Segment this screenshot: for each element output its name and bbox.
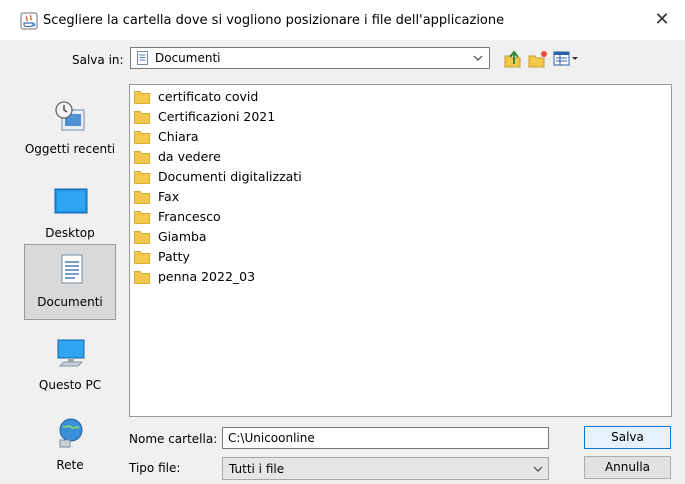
save-in-dropdown[interactable]: Documenti <box>130 47 490 69</box>
save-in-value: Documenti <box>155 51 221 65</box>
list-item[interactable]: certificato covid <box>134 87 374 107</box>
file-name: da vedere <box>158 149 221 164</box>
title-bar: Scegliere la cartella dove si vogliono p… <box>0 0 685 40</box>
folder-icon <box>134 171 150 184</box>
java-app-icon <box>20 12 38 30</box>
close-icon: ✕ <box>654 9 670 30</box>
desktop-icon <box>54 188 88 214</box>
recent-items-icon <box>55 101 85 131</box>
save-in-label: Salva in: <box>72 53 124 67</box>
folder-icon <box>134 131 150 144</box>
list-item[interactable]: Fax <box>134 187 374 207</box>
place-label: Questo PC <box>38 378 102 392</box>
file-name: certificato covid <box>158 89 259 104</box>
dialog-title: Scegliere la cartella dove si vogliono p… <box>43 13 505 28</box>
list-item[interactable]: penna 2022_03 <box>134 267 374 287</box>
folder-icon <box>134 191 150 204</box>
place-label: Rete <box>56 458 84 472</box>
folder-icon <box>134 251 150 264</box>
file-name: Chiara <box>158 129 199 144</box>
list-item[interactable]: da vedere <box>134 147 374 167</box>
place-recent-items[interactable]: Oggetti recenti <box>24 92 116 168</box>
list-item[interactable]: Giamba <box>134 227 374 247</box>
place-documents[interactable]: Documenti <box>24 244 116 320</box>
file-list[interactable]: certificato covid Certificazioni 2021 Ch… <box>129 84 672 417</box>
save-button[interactable]: Salva <box>584 426 671 449</box>
folder-icon <box>134 231 150 244</box>
cancel-button[interactable]: Annulla <box>584 456 671 479</box>
file-name: Patty <box>158 249 190 264</box>
file-type-dropdown[interactable]: Tutti i file <box>222 457 549 480</box>
chevron-down-icon[interactable] <box>532 461 544 477</box>
file-type-value: Tutti i file <box>229 462 285 476</box>
list-item[interactable]: Patty <box>134 247 374 267</box>
place-this-pc[interactable]: Questo PC <box>24 328 116 404</box>
place-label: Documenti <box>37 295 103 309</box>
file-name: Giamba <box>158 229 207 244</box>
list-item[interactable]: Documenti digitalizzati <box>134 167 374 187</box>
folder-icon <box>134 211 150 224</box>
folder-icon <box>134 151 150 164</box>
folder-name-label: Nome cartella: <box>129 432 218 446</box>
file-name: Documenti digitalizzati <box>158 169 302 184</box>
place-label: Oggetti recenti <box>24 142 116 156</box>
folder-icon <box>134 271 150 284</box>
up-folder-icon <box>504 50 521 68</box>
computer-icon <box>57 339 85 367</box>
new-folder-icon <box>528 51 547 68</box>
chevron-down-icon[interactable] <box>471 50 485 66</box>
file-name: Certificazioni 2021 <box>158 109 276 124</box>
details-view-icon <box>553 51 578 66</box>
view-menu-button[interactable] <box>552 48 582 70</box>
new-folder-button[interactable] <box>527 48 549 70</box>
folder-icon <box>134 91 150 104</box>
file-type-label: Tipo file: <box>129 461 181 475</box>
place-network[interactable]: Rete <box>24 408 116 484</box>
list-item[interactable]: Francesco <box>134 207 374 227</box>
file-name: penna 2022_03 <box>158 269 256 284</box>
documents-icon <box>137 51 148 65</box>
place-desktop[interactable]: Desktop <box>24 176 116 252</box>
folder-icon <box>134 111 150 124</box>
network-icon <box>59 418 83 448</box>
up-one-level-button[interactable] <box>503 48 523 70</box>
list-item[interactable]: Certificazioni 2021 <box>134 107 374 127</box>
folder-name-input[interactable] <box>222 427 549 449</box>
list-item[interactable]: Chiara <box>134 127 374 147</box>
documents-icon <box>61 254 83 284</box>
place-label: Desktop <box>45 226 95 240</box>
file-name: Francesco <box>158 209 221 224</box>
file-name: Fax <box>158 189 180 204</box>
close-button[interactable]: ✕ <box>646 6 678 34</box>
